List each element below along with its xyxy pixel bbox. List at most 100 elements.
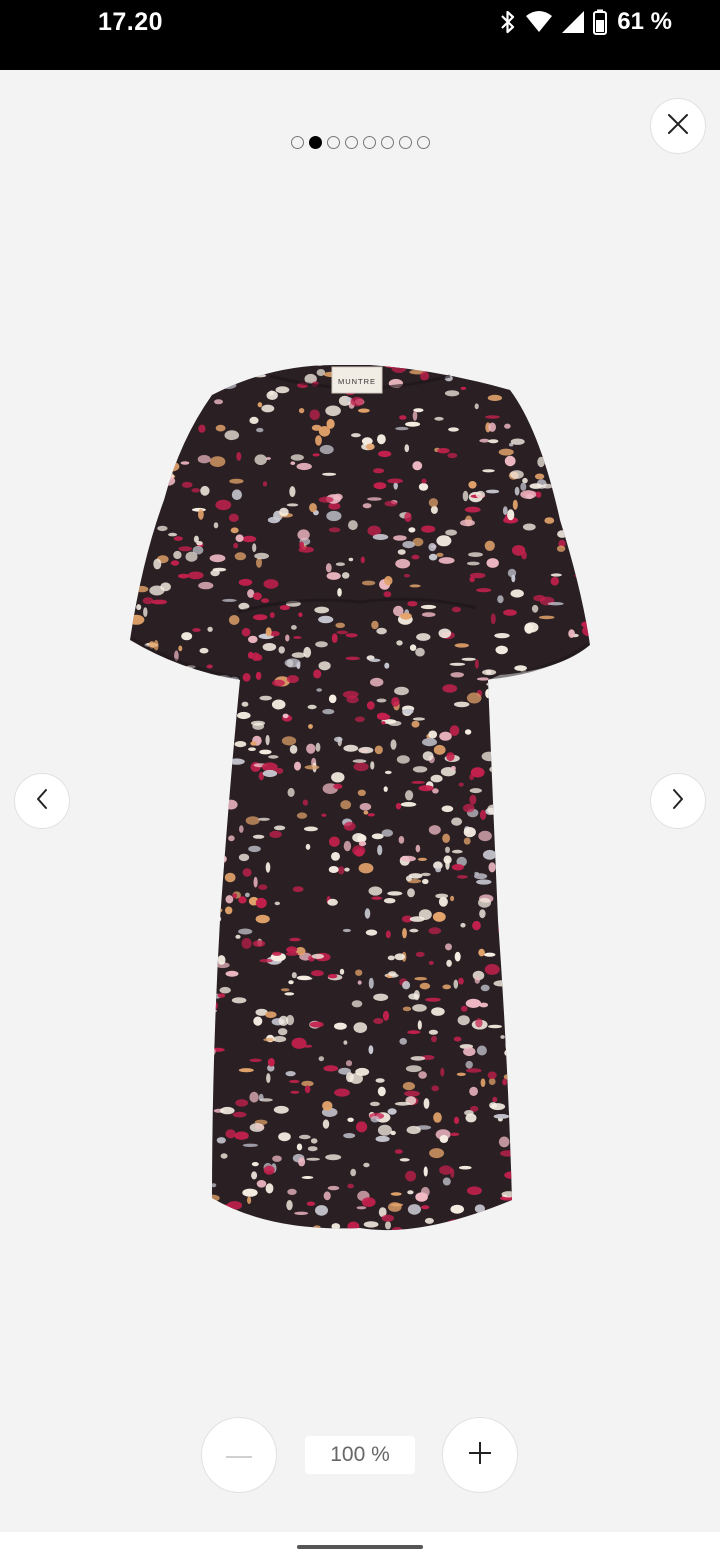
print-dot [423,1098,430,1109]
print-dot [388,971,397,977]
print-dot [188,773,197,784]
print-dot [301,1176,314,1179]
print-dot [343,1040,348,1045]
print-dot [592,1100,600,1109]
print-dot [479,909,486,919]
home-indicator[interactable] [297,1545,423,1549]
print-dot [296,661,301,669]
print-dot [557,530,568,538]
print-dot [432,911,446,922]
pagination-dot[interactable] [290,136,304,149]
print-dot [211,1047,225,1052]
print-dot [302,799,308,806]
print-dot [328,527,341,533]
print-dot [359,803,372,811]
product-image[interactable]: MUNTRE [120,360,600,1240]
print-dot [585,498,590,505]
print-dot [574,1118,581,1124]
pagination-dot[interactable] [308,136,322,149]
zoom-out-button[interactable] [201,1417,277,1493]
print-dot [574,557,587,568]
print-dot [488,862,496,873]
print-dot [238,1068,254,1073]
image-viewer[interactable]: MUNTRE 100 % [0,70,720,1532]
print-dot [331,1223,341,1230]
print-dot [234,1217,247,1223]
zoom-in-button[interactable] [442,1417,518,1493]
print-dot [487,394,503,401]
print-dot [474,659,479,669]
print-dot [488,422,497,432]
print-dot [307,704,317,710]
print-dot [312,365,328,366]
print-dot [510,470,524,479]
next-image-button[interactable] [650,773,706,829]
pagination-dot[interactable] [416,136,430,149]
print-dot [488,1024,502,1029]
print-dot [188,1061,201,1070]
print-dot [231,997,247,1004]
print-dot [589,763,590,775]
print-dot [525,786,531,791]
print-dot [357,980,362,985]
print-dot [520,711,528,720]
print-dot [325,563,332,573]
print-dot [306,1157,320,1161]
print-dot [521,780,533,787]
close-button[interactable] [650,98,706,154]
print-dot [286,675,299,684]
print-dot [162,447,173,455]
print-dot [215,424,226,432]
print-dot [253,614,268,621]
print-dot [198,508,204,520]
print-dot [407,1030,421,1035]
print-dot [428,543,437,552]
print-dot [268,755,279,759]
print-dot [444,390,460,397]
print-dot [418,483,429,491]
print-dot [156,1184,168,1193]
print-dot [281,736,297,746]
print-dot [578,743,589,752]
print-dot [474,1204,485,1213]
print-dot [524,733,533,745]
print-dot [358,408,370,413]
print-dot [514,725,524,733]
pagination-dot[interactable] [398,136,412,149]
print-dot [154,716,161,720]
pagination-dot[interactable] [380,136,394,149]
print-dot [254,654,263,661]
pagination-dot[interactable] [344,136,358,149]
print-dot [418,785,434,792]
print-dot [504,1048,520,1058]
print-dot [433,744,446,755]
pagination-dot[interactable] [362,136,376,149]
print-dot [583,909,589,915]
print-dot [151,1114,165,1124]
print-dot [591,544,600,552]
print-dot [497,595,504,604]
print-dot [272,679,285,687]
print-dot [122,713,126,718]
print-dot [154,788,166,799]
print-dot [504,955,516,967]
print-dot [373,468,385,474]
print-dot [237,711,251,720]
previous-image-button[interactable] [14,773,70,829]
print-dot [390,1192,402,1196]
print-dot [596,534,600,541]
print-dot [144,1134,152,1145]
print-dot [414,977,428,981]
print-dot [504,1171,519,1179]
print-dot [183,713,197,724]
print-dot [299,541,305,549]
print-dot [505,1039,510,1050]
print-dot [566,735,575,742]
pagination-dot[interactable] [326,136,340,149]
print-dot [251,720,265,726]
print-dot [428,960,434,965]
print-dot [140,1116,148,1122]
print-dot [533,944,541,956]
print-dot [578,1224,590,1230]
print-dot [594,1039,600,1045]
